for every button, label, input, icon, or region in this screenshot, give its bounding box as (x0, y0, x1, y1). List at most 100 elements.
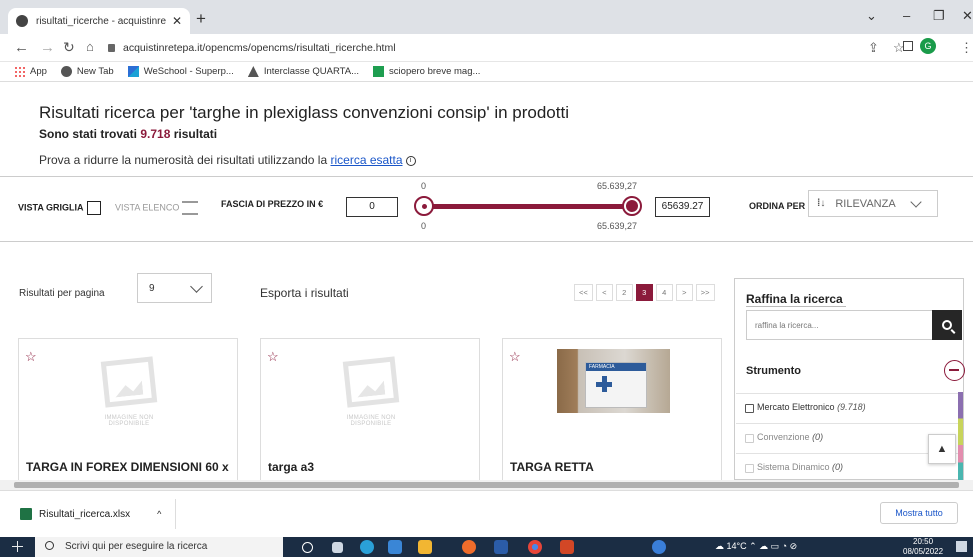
download-item[interactable]: Risultati_ricerca.xlsx ^ (20, 508, 161, 520)
notifications-icon[interactable] (956, 541, 967, 552)
bookmark-new-tab[interactable]: New Tab (60, 66, 114, 77)
product-card[interactable]: ☆ IMMAGINE NON DISPONIBILE targa a3 (260, 338, 480, 498)
chrome-icon[interactable] (528, 540, 542, 554)
word-icon[interactable] (494, 540, 508, 554)
price-min-input[interactable]: 0 (346, 197, 398, 217)
tray-icons: ⌃ ☁ ▭ ◔ ⊘ (746, 541, 798, 551)
bookmarks-bar: App New Tab WeSchool - Superp... Intercl… (0, 62, 973, 82)
export-results-link[interactable]: Esporta i risultati (260, 286, 349, 300)
reload-icon[interactable]: ↻ (63, 39, 75, 56)
search-icon (942, 320, 952, 330)
taskbar-search[interactable]: Scrivi qui per eseguire la ricerca (35, 537, 283, 557)
store-icon[interactable] (388, 540, 402, 554)
page-prev[interactable]: < (595, 284, 613, 301)
apps-grid-icon (14, 66, 25, 77)
product-photo[interactable]: FARMACIA (557, 349, 670, 413)
list-view-toggle[interactable]: VISTA ELENCO (115, 201, 199, 215)
bookmark-interclasse[interactable]: Interclasse QUARTA... (247, 66, 359, 77)
maximize-icon[interactable]: ❐ (933, 8, 945, 24)
favorite-star-icon[interactable]: ☆ (509, 349, 521, 365)
divider (746, 306, 846, 307)
address-bar[interactable]: acquistinretepa.it/opencms/opencms/risul… (108, 38, 858, 58)
forward-icon[interactable]: → (40, 39, 55, 56)
filter-option[interactable]: Convenzione (0) (736, 423, 960, 453)
product-title[interactable]: TARGA IN FOREX DIMENSIONI 60 x (26, 460, 229, 474)
checkbox[interactable] (745, 434, 754, 443)
page-first[interactable]: << (574, 284, 593, 301)
scrollbar-thumb[interactable] (14, 482, 959, 488)
refine-title: Raffina la ricerca (746, 292, 843, 306)
info-icon[interactable]: i (405, 155, 416, 166)
side-panel-icon[interactable] (903, 41, 913, 51)
help-icon[interactable] (652, 540, 666, 554)
new-tab-button[interactable]: + (196, 9, 206, 29)
pharmacy-cross-icon (596, 376, 612, 392)
exact-search-link[interactable]: ricerca esatta (330, 153, 402, 167)
profile-avatar[interactable]: G (920, 38, 936, 54)
excel-file-icon (20, 508, 32, 520)
order-by-label: ORDINA PER (749, 201, 806, 211)
page-title: Risultati ricerca per 'targhe in plexigl… (39, 103, 569, 122)
windows-start-icon[interactable] (12, 541, 23, 552)
bookmark-weschool[interactable]: WeSchool - Superp... (127, 66, 234, 77)
page-last[interactable]: >> (695, 284, 715, 301)
cortana-icon[interactable] (302, 542, 313, 553)
minimize-icon[interactable]: – (903, 8, 910, 23)
url-text: acquistinretepa.it/opencms/opencms/risul… (123, 42, 396, 54)
pagination: << < 2 3 4 > >> (574, 284, 715, 301)
slider-range-max: 65.639,27 (597, 221, 638, 231)
refine-search-button[interactable] (932, 310, 962, 340)
search-hint: Prova a ridurre la numerosità dei risult… (39, 153, 416, 167)
grid-view-toggle[interactable]: VISTA GRIGLIA (18, 201, 101, 215)
tab-search-icon[interactable]: ⌄ (866, 8, 877, 24)
per-page-select[interactable]: 9 (137, 273, 212, 303)
favorite-star-icon[interactable]: ☆ (25, 349, 37, 365)
slider-range-min: 0 (421, 221, 427, 231)
product-card[interactable]: ☆ IMMAGINE NON DISPONIBILE TARGA IN FORE… (18, 338, 238, 498)
firefox-icon[interactable] (462, 540, 476, 554)
filter-option[interactable]: Mercato Elettronico (9.718) (736, 393, 960, 423)
bookmark-sciopero[interactable]: sciopero breve mag... (373, 66, 480, 77)
edge-icon[interactable] (360, 540, 374, 554)
scroll-to-top-button[interactable]: ▲ (928, 434, 956, 464)
page-2[interactable]: 2 (615, 284, 633, 301)
checkbox[interactable] (745, 404, 754, 413)
price-slider-min-handle[interactable] (414, 196, 434, 216)
filter-option[interactable]: Sistema Dinamico (0) (736, 453, 960, 483)
refine-search-input[interactable]: raffina la ricerca... (746, 310, 933, 340)
close-tab-icon[interactable]: ✕ (172, 14, 182, 28)
chevron-up-icon[interactable]: ^ (157, 509, 161, 519)
bookmark-apps[interactable]: App (14, 66, 47, 77)
lock-icon (108, 44, 115, 52)
menu-icon[interactable]: ⋮ (960, 40, 973, 56)
collapse-icon[interactable] (944, 360, 965, 381)
taskbar-clock[interactable]: 20:50 08/05/2022 (903, 537, 943, 557)
product-card[interactable]: ☆ FARMACIA TARGA RETTA (502, 338, 722, 498)
price-slider-track[interactable] (425, 204, 632, 209)
task-view-icon[interactable] (332, 542, 343, 553)
product-title[interactable]: TARGA RETTA (510, 460, 594, 474)
price-slider-max-handle[interactable] (622, 196, 642, 216)
checkbox[interactable] (745, 464, 754, 473)
favorite-star-icon[interactable]: ☆ (267, 349, 279, 365)
show-all-button[interactable]: Mostra tutto (880, 502, 958, 524)
back-icon[interactable]: ← (14, 39, 29, 56)
page-3-current[interactable]: 3 (635, 284, 653, 301)
page-next[interactable]: > (675, 284, 693, 301)
product-title[interactable]: targa a3 (268, 460, 314, 474)
divider (175, 499, 176, 529)
results-count-value: 9.718 (140, 127, 171, 141)
home-icon[interactable]: ⌂ (86, 39, 94, 54)
order-by-select[interactable]: ⁞↓ RILEVANZA (808, 190, 938, 217)
system-tray[interactable]: ☁ 14°C ⌃ ☁ ▭ ◔ ⊘ (715, 541, 797, 552)
browser-tab[interactable]: risultati_ricerche - acquistinretep ✕ (8, 8, 190, 34)
page-4[interactable]: 4 (655, 284, 673, 301)
close-window-icon[interactable]: ✕ (962, 8, 973, 24)
powerpoint-icon[interactable] (560, 540, 574, 554)
tab-title: risultati_ricerche - acquistinretep (36, 15, 166, 27)
grid-icon (86, 201, 101, 215)
explorer-icon[interactable] (418, 540, 432, 554)
share-icon[interactable]: ⇪ (868, 40, 879, 56)
sort-icon: ⁞↓ (817, 198, 826, 209)
price-max-input[interactable]: 65639.27 (655, 197, 710, 217)
